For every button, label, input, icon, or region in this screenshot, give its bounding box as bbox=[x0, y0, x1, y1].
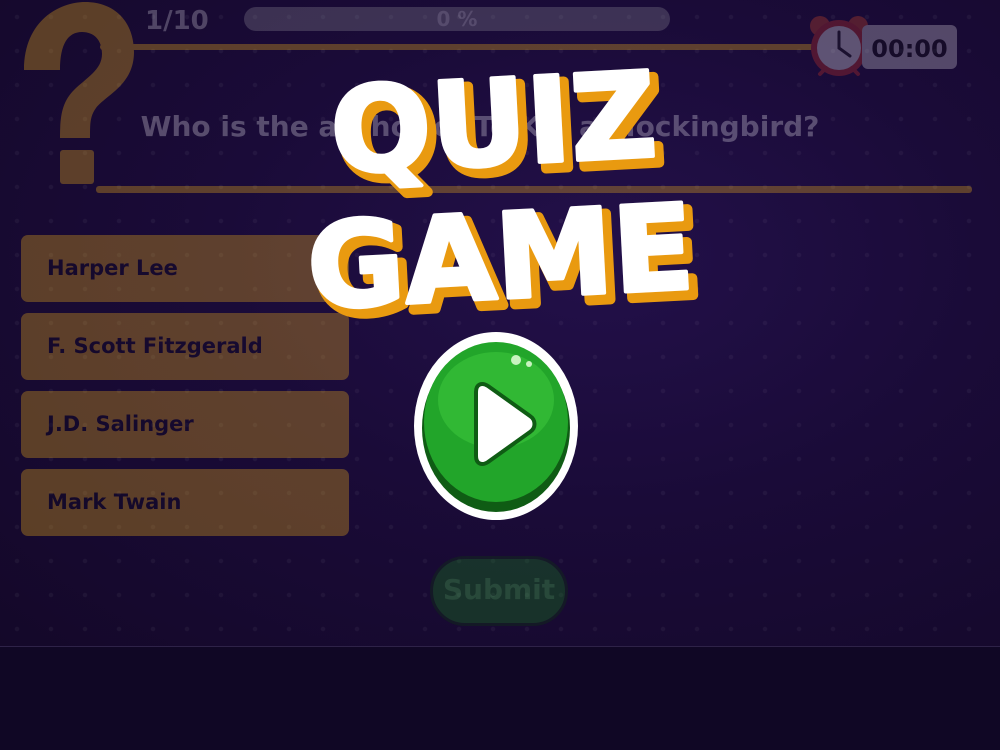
question-mark-icon bbox=[24, 2, 134, 184]
question-counter: 1/10 bbox=[145, 6, 209, 36]
quiz-game-title: QUIZ QUIZ GAME GAME bbox=[302, 44, 700, 340]
play-button[interactable] bbox=[412, 330, 580, 522]
answer-option-4[interactable]: Mark Twain bbox=[21, 469, 349, 536]
progress-text: 0 % bbox=[436, 7, 478, 31]
bottom-band bbox=[0, 646, 1000, 750]
answer-option-3[interactable]: J.D. Salinger bbox=[21, 391, 349, 458]
game-screen: 1/10 0 % 00:00 Who is the author of To K… bbox=[0, 0, 1000, 750]
title-line-1: QUIZ bbox=[327, 46, 659, 201]
title-line-2: GAME bbox=[304, 178, 697, 336]
timer-text: 00:00 bbox=[871, 35, 948, 63]
progress-bar: 0 % bbox=[244, 7, 670, 31]
submit-button[interactable]: Submit bbox=[430, 556, 568, 626]
timer-display: 00:00 bbox=[862, 25, 957, 69]
